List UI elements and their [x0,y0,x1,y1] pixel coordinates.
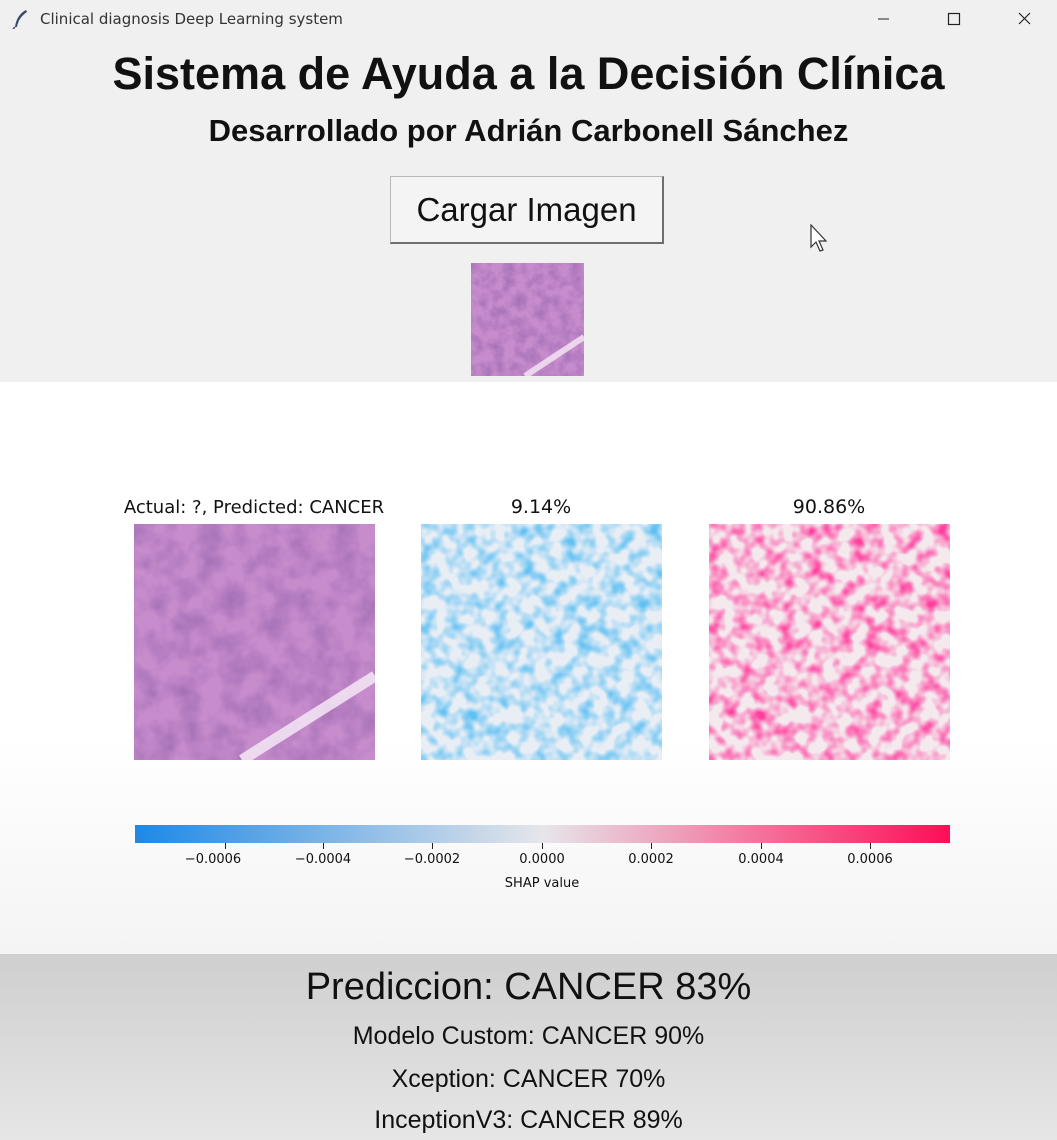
colorbar-axis-label: SHAP value [504,876,580,891]
colorbar-tick-label: −0.0004 [294,852,352,867]
feather-icon [12,9,30,34]
load-image-button[interactable]: Cargar Imagen [390,176,664,244]
colorbar-tick [870,843,871,849]
colorbar-tick [225,843,226,849]
shap-map-red [709,524,950,760]
panel-title-class-0: 9.14% [510,496,572,518]
colorbar-tick-label: −0.0002 [403,852,461,867]
window-titlebar: Clinical diagnosis Deep Learning system [0,0,1057,38]
page-title: Sistema de Ayuda a la Decisión Clínica [112,48,945,99]
colorbar-tick-label: 0.0006 [847,852,893,867]
model-result-custom: Modelo Custom: CANCER 90% [352,1022,705,1050]
shap-figure: Actual: ?, Predicted: CANCER 9.14% 90.86… [0,382,1057,954]
window-title: Clinical diagnosis Deep Learning system [40,10,343,28]
shap-map-blue [421,524,662,760]
colorbar-tick [432,843,433,849]
original-tissue-image [134,524,375,760]
model-result-xception: Xception: CANCER 70% [391,1065,666,1093]
model-result-inceptionv3: InceptionV3: CANCER 89% [374,1106,683,1134]
results-panel: Prediccion: CANCER 83% Modelo Custom: CA… [0,954,1057,1140]
maximize-button[interactable] [931,4,977,34]
mouse-cursor-icon [810,224,828,252]
panel-title-class-1: 90.86% [792,496,866,518]
colorbar-tick [761,843,762,849]
colorbar-tick [542,843,543,849]
close-button[interactable] [1001,4,1047,34]
colorbar-tick-label: 0.0002 [628,852,674,867]
colorbar-tick [323,843,324,849]
minimize-button[interactable] [860,4,906,34]
colorbar-tick-label: 0.0004 [738,852,784,867]
shap-colorbar [135,825,950,843]
final-prediction: Prediccion: CANCER 83% [305,966,752,1008]
colorbar-tick [651,843,652,849]
colorbar-tick-label: −0.0006 [184,852,242,867]
loaded-image-thumbnail [471,263,584,376]
page-subtitle: Desarrollado por Adrián Carbonell Sánche… [208,113,849,148]
panel-title-original: Actual: ?, Predicted: CANCER [123,497,385,518]
colorbar-tick-label: 0.0000 [519,852,565,867]
